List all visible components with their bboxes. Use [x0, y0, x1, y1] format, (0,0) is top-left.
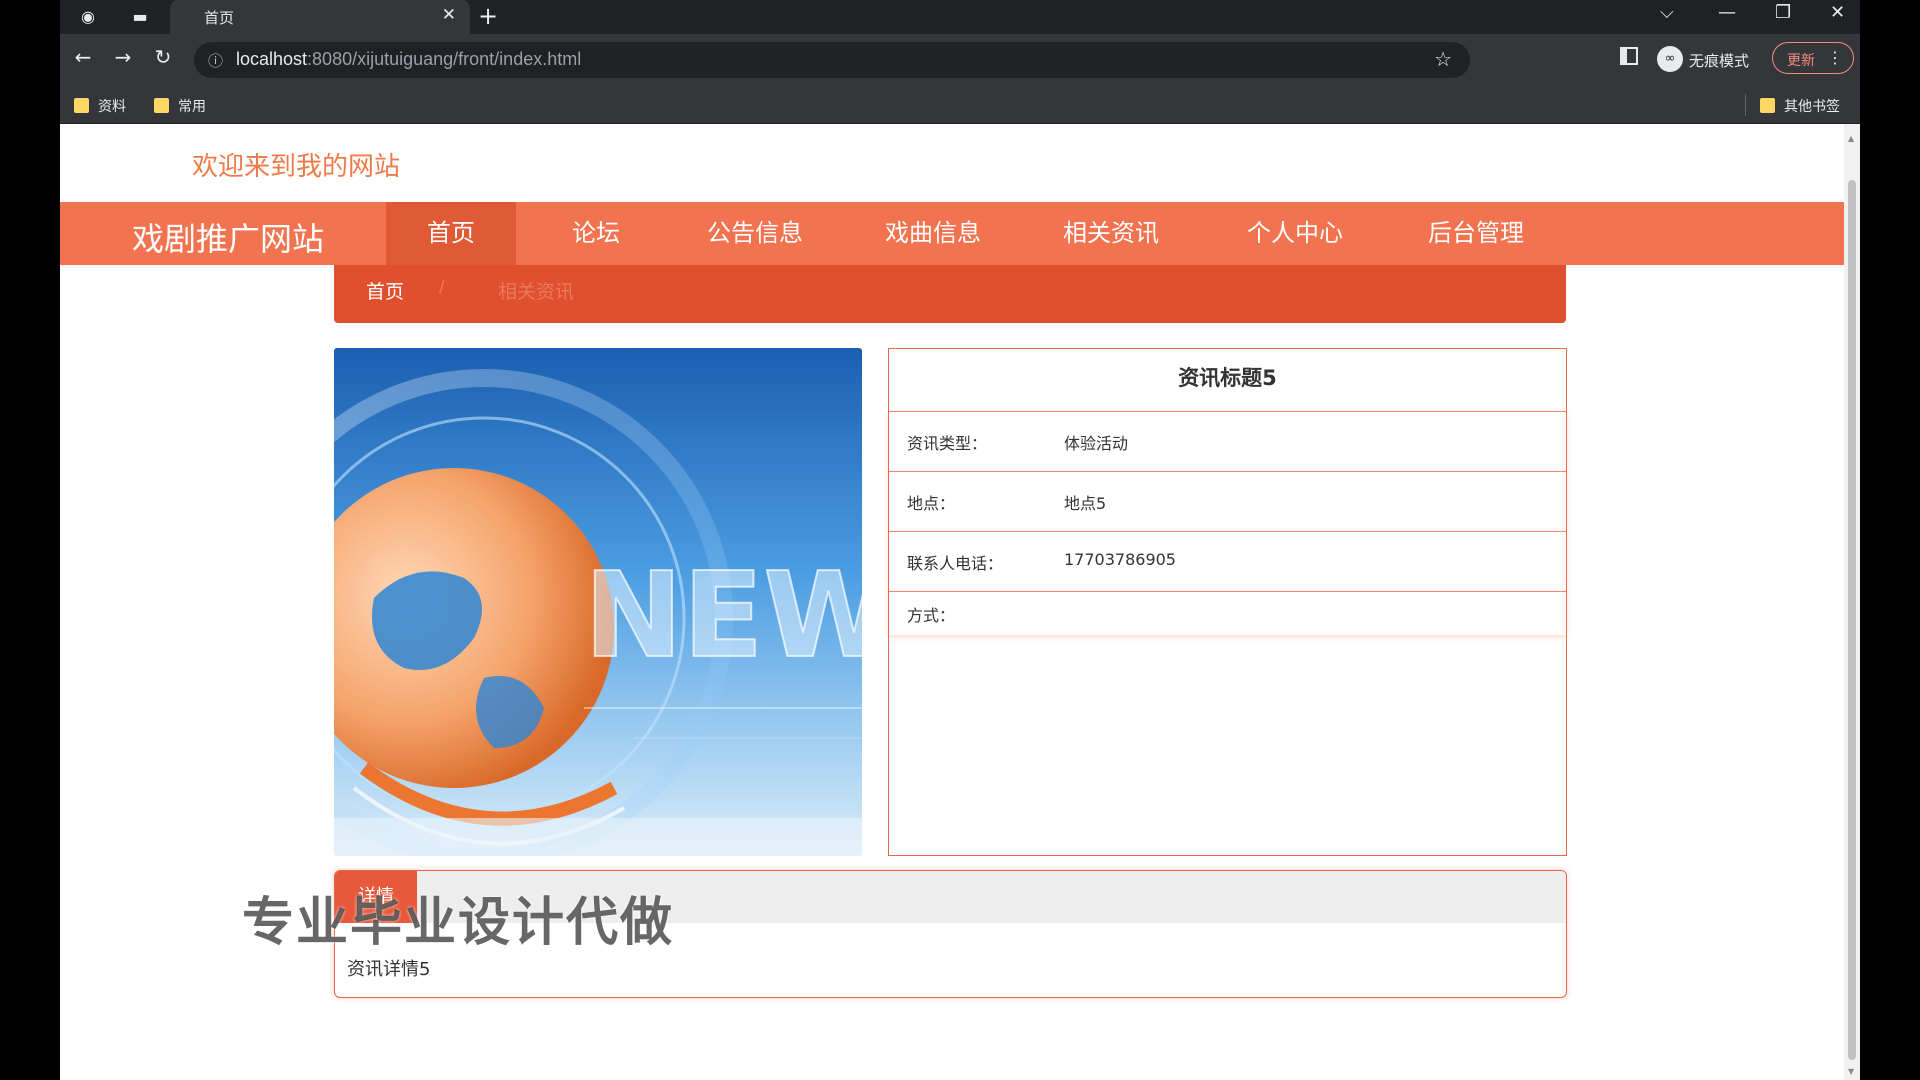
- nav-related-news[interactable]: 相关资讯: [1036, 202, 1186, 265]
- watermark-text: 专业毕业设计代做: [242, 893, 675, 953]
- info-row-method: 方式：: [889, 591, 1566, 635]
- globe-icon[interactable]: ◉: [76, 6, 100, 28]
- new-tab-button[interactable]: +: [478, 2, 498, 30]
- scroll-down-icon[interactable]: ▼: [1848, 1067, 1854, 1076]
- tab-search-icon[interactable]: ▬: [128, 6, 152, 28]
- nav-admin[interactable]: 后台管理: [1401, 202, 1551, 265]
- site-brand[interactable]: 戏剧推广网站: [132, 214, 324, 260]
- nav-home[interactable]: 首页: [386, 202, 516, 265]
- folder-icon: [74, 98, 89, 113]
- folder-icon: [154, 98, 169, 113]
- screen: ◉ ▬ 首页 ✕ + ⌵ — ❐ ✕ ← → ↻ ⓘ localhost:808…: [0, 0, 1920, 1080]
- browser-tab-active[interactable]: 首页 ✕: [170, 0, 470, 34]
- info-label: 资讯类型：: [907, 434, 988, 453]
- breadcrumb: 首页 / 相关资讯: [334, 265, 1566, 323]
- site-info-icon[interactable]: ⓘ: [208, 50, 223, 71]
- incognito-icon[interactable]: ∞: [1657, 46, 1683, 72]
- info-label: 地点：: [907, 494, 956, 513]
- browser-toolbar: ← → ↻ ⓘ localhost:8080/xijutuiguang/fron…: [60, 34, 1860, 86]
- info-value: 地点5: [1064, 494, 1107, 513]
- other-bookmarks[interactable]: 其他书签: [1760, 96, 1840, 116]
- bookmark-star-icon[interactable]: ☆: [1434, 47, 1452, 71]
- restore-icon[interactable]: ❐: [1775, 2, 1791, 23]
- update-button[interactable]: 更新 ⋮: [1772, 42, 1854, 74]
- minimize-icon[interactable]: —: [1718, 2, 1736, 23]
- address-bar[interactable]: ⓘ localhost:8080/xijutuiguang/front/inde…: [194, 42, 1470, 78]
- nav-forum[interactable]: 论坛: [556, 202, 636, 265]
- side-panel-icon[interactable]: [1620, 47, 1638, 65]
- info-row-phone: 联系人电话： 17703786905: [889, 531, 1566, 591]
- scrollbar-thumb[interactable]: [1848, 180, 1856, 1060]
- forward-button[interactable]: →: [108, 45, 138, 69]
- news-info-card: 资讯标题5 资讯类型： 体验活动 地点： 地点5 联系人电话： 17703786…: [888, 348, 1567, 856]
- breadcrumb-current: 相关资讯: [498, 281, 575, 303]
- info-value: 体验活动: [1064, 434, 1129, 453]
- info-label: 方式：: [907, 606, 956, 625]
- info-row-type: 资讯类型： 体验活动: [889, 411, 1566, 471]
- info-label: 联系人电话：: [907, 554, 1004, 573]
- page-scrollbar[interactable]: ▲ ▼: [1844, 124, 1860, 1080]
- tab-strip: ◉ ▬ 首页 ✕ + ⌵ — ❐ ✕: [60, 0, 1860, 34]
- update-label: 更新: [1787, 53, 1815, 69]
- news-title: 资讯标题5: [1178, 366, 1277, 390]
- detail-content: 资讯详情5: [347, 959, 431, 980]
- nav-personal-center[interactable]: 个人中心: [1220, 202, 1370, 265]
- info-row-location: 地点： 地点5: [889, 471, 1566, 531]
- browser-window: ◉ ▬ 首页 ✕ + ⌵ — ❐ ✕ ← → ↻ ⓘ localhost:808…: [60, 0, 1860, 1080]
- back-button[interactable]: ←: [68, 45, 98, 69]
- tab-title: 首页: [204, 9, 235, 27]
- new-text: NEW: [584, 546, 862, 684]
- info-value: 17703786905: [1064, 550, 1176, 569]
- bookmark-item[interactable]: 资料: [74, 96, 126, 116]
- page-content: 欢迎来到我的网站 戏剧推广网站 首页 论坛 公告信息 戏曲信息 相关资讯 个人中…: [60, 124, 1844, 1080]
- bookmark-separator: [1745, 94, 1746, 116]
- folder-icon: [1760, 98, 1775, 113]
- welcome-text: 欢迎来到我的网站: [192, 152, 401, 182]
- nav-announcements[interactable]: 公告信息: [680, 202, 830, 265]
- menu-dots-icon[interactable]: ⋮: [1827, 48, 1843, 67]
- scroll-up-icon[interactable]: ▲: [1848, 134, 1854, 143]
- close-window-icon[interactable]: ✕: [1830, 2, 1845, 23]
- tab-close-icon[interactable]: ✕: [442, 5, 456, 25]
- breadcrumb-home[interactable]: 首页: [366, 277, 404, 304]
- main-nav: 戏剧推广网站 首页 论坛 公告信息 戏曲信息 相关资讯 个人中心 后台管理: [60, 202, 1844, 265]
- incognito-label: 无痕模式: [1689, 52, 1750, 70]
- url-text[interactable]: localhost:8080/xijutuiguang/front/index.…: [236, 49, 581, 70]
- news-image: NEW: [334, 348, 862, 856]
- bookmark-item[interactable]: 常用: [154, 96, 206, 116]
- reload-button[interactable]: ↻: [148, 45, 178, 69]
- bookmarks-bar: 资料 常用 其他书签: [60, 86, 1860, 124]
- breadcrumb-separator: /: [439, 277, 445, 297]
- tab-list-icon[interactable]: ⌵: [1660, 2, 1674, 23]
- nav-opera-info[interactable]: 戏曲信息: [858, 202, 1008, 265]
